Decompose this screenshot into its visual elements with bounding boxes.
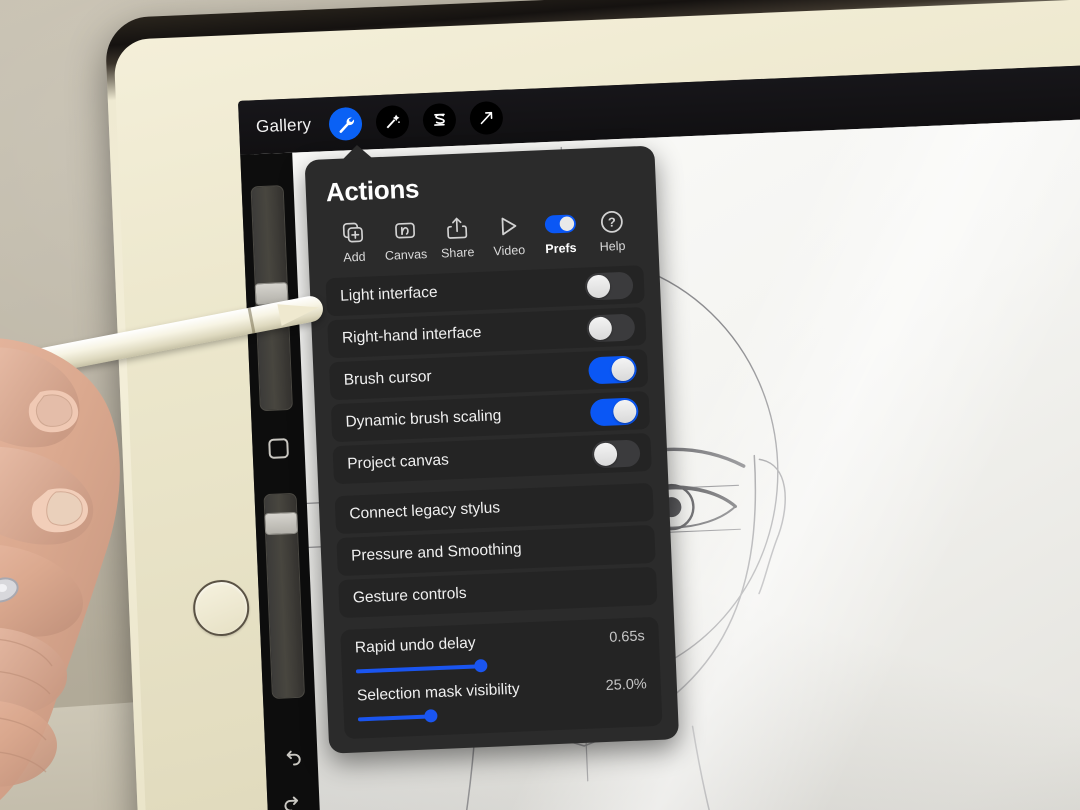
slider-fill bbox=[355, 664, 481, 673]
light-interface-switch[interactable] bbox=[584, 271, 634, 301]
page-title: Actions bbox=[325, 173, 420, 208]
adjustments-tool-button[interactable] bbox=[375, 104, 410, 139]
slider-value: 0.65s bbox=[608, 628, 646, 646]
toggle-label: Brush cursor bbox=[343, 368, 432, 389]
gallery-button[interactable]: Gallery bbox=[256, 115, 312, 137]
actions-wrench-icon bbox=[336, 114, 356, 134]
selection-s-icon bbox=[430, 110, 450, 130]
selection-tool-button[interactable] bbox=[422, 102, 457, 137]
tab-share[interactable]: Share bbox=[430, 214, 484, 261]
actions-panel: Actions Add Canvas Share Video Prefs ? H… bbox=[304, 144, 680, 754]
slider-track[interactable] bbox=[357, 700, 648, 725]
actions-tool-button[interactable] bbox=[328, 106, 363, 141]
preference-slider-group: Rapid undo delay 0.65s Selection mask vi… bbox=[340, 616, 663, 739]
right-hand-interface-switch[interactable] bbox=[586, 313, 636, 342]
ipad-device: Gallery Actions Add Canvas Share Video P… bbox=[104, 0, 1080, 810]
canvas-crop-icon bbox=[392, 217, 418, 244]
tab-prefs-label: Prefs bbox=[545, 240, 577, 257]
adjustments-wand-icon bbox=[383, 112, 403, 132]
svg-text:?: ? bbox=[607, 214, 616, 229]
project-canvas-switch[interactable] bbox=[591, 438, 641, 468]
brush-opacity-slider[interactable] bbox=[263, 492, 306, 700]
share-upload-icon bbox=[444, 214, 470, 241]
toggle-label: Light interface bbox=[339, 283, 438, 305]
switch-knob bbox=[588, 315, 613, 340]
menu-item-label: Pressure and Smoothing bbox=[350, 540, 522, 565]
preference-menu-group: Connect legacy stylus Pressure and Smoot… bbox=[334, 482, 658, 619]
tab-canvas[interactable]: Canvas bbox=[379, 216, 433, 263]
toggle-label: Project canvas bbox=[346, 451, 450, 473]
slider-header: Rapid undo delay 0.65s bbox=[355, 627, 645, 657]
tab-video-label: Video bbox=[493, 243, 526, 259]
transform-arrow-icon bbox=[477, 108, 497, 128]
panel-caret bbox=[341, 144, 373, 160]
slider-handle[interactable] bbox=[423, 709, 438, 723]
toggle-label: Right-hand interface bbox=[341, 323, 482, 347]
panel-tab-row: Add Canvas Share Video Prefs ? Help bbox=[323, 207, 643, 265]
ipad-screen: Gallery Actions Add Canvas Share Video P… bbox=[237, 63, 1080, 810]
slider-selection-mask-visibility[interactable]: Selection mask visibility 25.0% bbox=[357, 675, 648, 725]
tab-video[interactable]: Video bbox=[482, 212, 536, 259]
tab-help-label: Help bbox=[599, 238, 626, 254]
add-copy-icon bbox=[340, 219, 366, 246]
slider-handle[interactable] bbox=[473, 658, 488, 673]
slider-header: Selection mask visibility 25.0% bbox=[357, 675, 647, 705]
brush-cursor-switch[interactable] bbox=[588, 354, 638, 384]
prefs-toggle-icon bbox=[543, 210, 576, 237]
tab-share-label: Share bbox=[440, 245, 475, 261]
tab-add-label: Add bbox=[343, 249, 366, 265]
transform-tool-button[interactable] bbox=[469, 100, 504, 135]
brush-size-handle[interactable] bbox=[254, 281, 289, 306]
modify-button[interactable] bbox=[268, 438, 289, 459]
switch-knob bbox=[586, 274, 611, 298]
menu-item-label: Gesture controls bbox=[352, 584, 467, 607]
preference-toggle-group: Light interface Right-hand interface Bru… bbox=[325, 265, 652, 485]
tab-canvas-label: Canvas bbox=[384, 247, 428, 263]
slider-track[interactable] bbox=[355, 652, 646, 677]
slider-value: 25.0% bbox=[605, 676, 648, 695]
tab-help[interactable]: ? Help bbox=[585, 207, 639, 254]
dynamic-brush-scaling-switch[interactable] bbox=[589, 396, 639, 426]
help-question-icon: ? bbox=[599, 208, 625, 235]
menu-item-label: Connect legacy stylus bbox=[349, 499, 501, 523]
tab-add[interactable]: Add bbox=[327, 218, 381, 265]
slider-label: Selection mask visibility bbox=[356, 680, 521, 705]
video-play-icon bbox=[495, 212, 521, 239]
slider-label: Rapid undo delay bbox=[354, 634, 476, 657]
tab-prefs[interactable]: Prefs bbox=[534, 209, 588, 256]
toggle-label: Dynamic brush scaling bbox=[345, 407, 502, 431]
brush-opacity-handle[interactable] bbox=[264, 511, 299, 536]
brush-size-slider[interactable] bbox=[250, 185, 293, 412]
switch-knob bbox=[612, 399, 637, 423]
slider-fill bbox=[357, 714, 431, 721]
switch-knob bbox=[611, 357, 636, 381]
menu-item-gesture-controls[interactable]: Gesture controls bbox=[338, 566, 658, 619]
redo-button[interactable] bbox=[280, 793, 307, 810]
undo-button[interactable] bbox=[278, 747, 305, 774]
photo-scene: Gallery Actions Add Canvas Share Video P… bbox=[0, 0, 1080, 810]
switch-knob bbox=[593, 441, 618, 466]
slider-rapid-undo-delay[interactable]: Rapid undo delay 0.65s bbox=[355, 627, 646, 677]
